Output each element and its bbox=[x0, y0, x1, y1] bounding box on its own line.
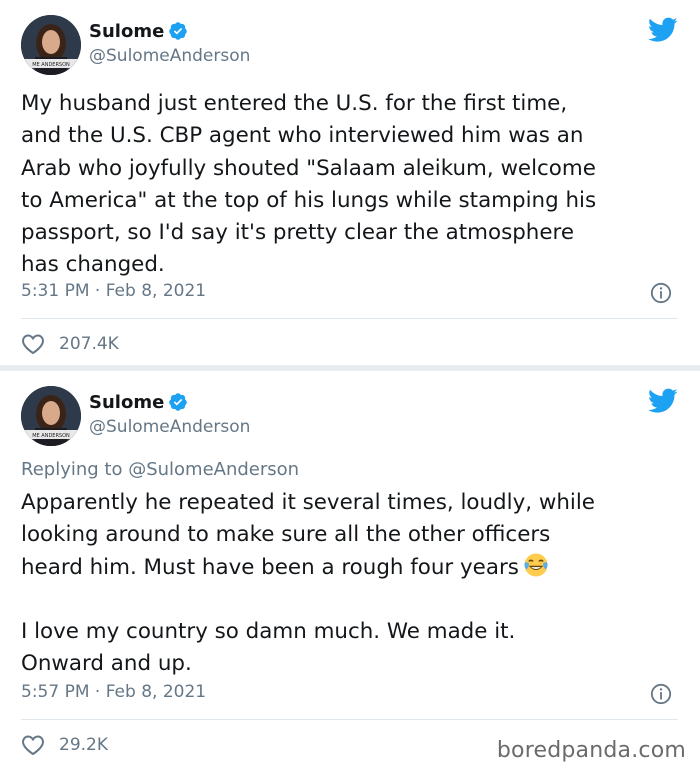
handle[interactable]: @SulomeAnderson bbox=[89, 46, 250, 66]
heart-icon bbox=[22, 334, 44, 355]
info-icon[interactable] bbox=[650, 282, 672, 304]
face-with-tears-of-joy-icon bbox=[524, 553, 548, 577]
tweet-card[interactable]: ME ANDERSON Sulome @SulomeAnderson My hu… bbox=[0, 0, 700, 365]
replying-to: Replying to @SulomeAnderson bbox=[21, 459, 299, 480]
tweet-text: Apparently he repeated it several times,… bbox=[21, 487, 678, 681]
divider bbox=[21, 719, 678, 720]
like-action[interactable]: 207.4K bbox=[21, 333, 119, 355]
display-name[interactable]: Sulome bbox=[89, 21, 164, 42]
tweet-text-part1: Apparently he repeated it several times,… bbox=[21, 490, 595, 580]
reply-prefix: Replying to bbox=[21, 459, 129, 480]
heart-icon bbox=[22, 735, 44, 756]
reply-mention-link[interactable]: @SulomeAnderson bbox=[128, 459, 299, 480]
like-count: 29.2K bbox=[59, 735, 108, 755]
twitter-bird-icon[interactable] bbox=[648, 17, 678, 43]
info-icon[interactable] bbox=[650, 683, 672, 705]
tweet-text: My husband just entered the U.S. for the… bbox=[21, 91, 597, 278]
timestamp[interactable]: 5:31 PM · Feb 8, 2021 bbox=[21, 281, 206, 301]
like-count: 207.4K bbox=[59, 334, 119, 354]
avatar[interactable]: ME ANDERSON bbox=[21, 15, 81, 75]
verified-badge-icon bbox=[169, 22, 188, 40]
handle[interactable]: @SulomeAnderson bbox=[89, 417, 250, 437]
avatar-caption: ME ANDERSON bbox=[32, 62, 70, 68]
divider bbox=[21, 318, 678, 319]
avatar-image: ME ANDERSON bbox=[21, 386, 81, 446]
avatar[interactable]: ME ANDERSON bbox=[21, 386, 81, 446]
tweet-text-part2: I love my country so damn much. We made … bbox=[21, 619, 516, 677]
avatar-caption: ME ANDERSON bbox=[32, 433, 70, 439]
twitter-bird-icon[interactable] bbox=[648, 388, 678, 414]
avatar-image: ME ANDERSON bbox=[21, 15, 81, 75]
tweet-card[interactable]: ME ANDERSON Sulome @SulomeAnderson Reply… bbox=[0, 371, 700, 775]
display-name[interactable]: Sulome bbox=[89, 392, 164, 413]
author-block: Sulome @SulomeAnderson bbox=[89, 18, 250, 67]
timestamp[interactable]: 5:57 PM · Feb 8, 2021 bbox=[21, 682, 206, 702]
verified-badge-icon bbox=[169, 393, 188, 411]
watermark: boredpanda.com bbox=[496, 738, 686, 763]
like-action[interactable]: 29.2K bbox=[21, 734, 108, 756]
author-block: Sulome @SulomeAnderson bbox=[89, 389, 250, 438]
